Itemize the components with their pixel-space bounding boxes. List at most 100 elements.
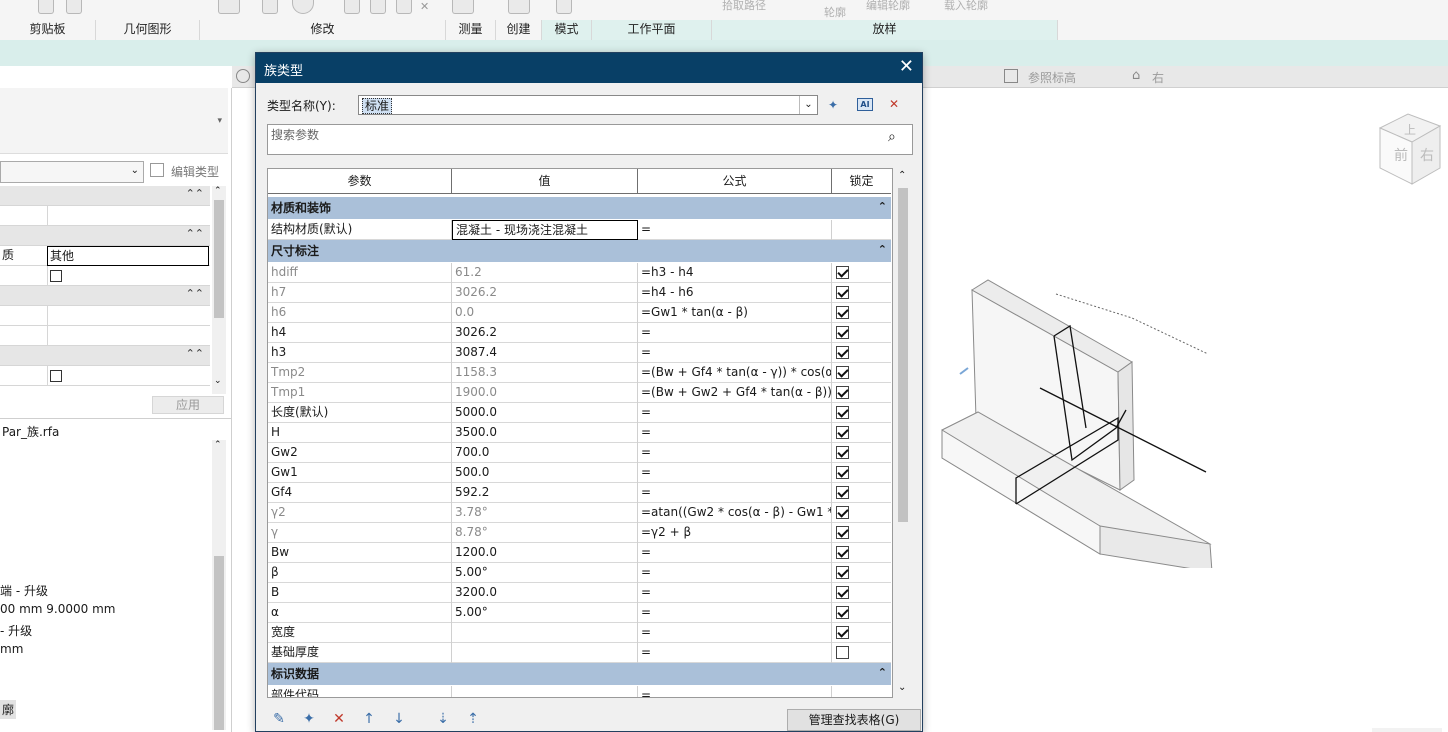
- param-formula-cell[interactable]: =(Bw + Gf4 * tan(α - γ)) * cos(α -: [638, 363, 832, 383]
- param-formula-cell[interactable]: =: [638, 343, 832, 363]
- param-formula-cell[interactable]: =: [638, 643, 832, 663]
- prop-value-other[interactable]: 其他: [47, 246, 209, 266]
- param-value-cell[interactable]: 1200.0: [452, 543, 638, 563]
- param-formula-cell[interactable]: =: [638, 686, 832, 697]
- param-formula-cell[interactable]: =: [638, 403, 832, 423]
- browser-item[interactable]: - 升级: [0, 622, 32, 639]
- scroll-down-icon[interactable]: ⌄: [898, 682, 906, 693]
- search-icon[interactable]: ⌕: [888, 129, 908, 149]
- rotate-icon[interactable]: [292, 0, 314, 14]
- param-value-cell[interactable]: 700.0: [452, 443, 638, 463]
- lock-checkbox-checked[interactable]: [836, 326, 849, 339]
- prop-row-partial[interactable]: [0, 386, 210, 394]
- param-value-cell[interactable]: [452, 643, 638, 663]
- param-formula-cell[interactable]: =: [638, 583, 832, 603]
- group-header[interactable]: 标识数据 ⌃: [268, 663, 891, 685]
- prop-row[interactable]: [0, 306, 210, 326]
- param-formula-cell[interactable]: =γ2 + β: [638, 523, 832, 543]
- param-formula-cell[interactable]: =: [638, 603, 832, 623]
- param-formula-cell[interactable]: =: [638, 623, 832, 643]
- rename-type-icon[interactable]: AI: [857, 98, 873, 111]
- table-row[interactable]: hdiff 61.2 =h3 - h4: [268, 263, 891, 283]
- param-formula-cell[interactable]: =: [638, 563, 832, 583]
- scroll-thumb[interactable]: [214, 556, 224, 730]
- table-row[interactable]: 长度(默认) 5000.0 =: [268, 403, 891, 423]
- table-row[interactable]: H 3500.0 =: [268, 423, 891, 443]
- lock-checkbox-checked[interactable]: [836, 286, 849, 299]
- lock-checkbox-checked[interactable]: [836, 346, 849, 359]
- collapse-icon[interactable]: ⌃: [878, 662, 887, 684]
- type-selector-arrow-icon[interactable]: ▾: [217, 116, 222, 126]
- group-create[interactable]: 创建: [496, 20, 542, 40]
- lock-checkbox-unchecked[interactable]: [836, 646, 849, 659]
- table-row[interactable]: Gw2 700.0 =: [268, 443, 891, 463]
- param-formula-cell[interactable]: =h3 - h4: [638, 263, 832, 283]
- lock-cell[interactable]: [832, 423, 891, 443]
- apply-button[interactable]: 应用: [152, 396, 224, 414]
- browser-item[interactable]: 00 mm 9.0000 mm: [0, 602, 115, 616]
- lock-cell[interactable]: [832, 463, 891, 483]
- param-formula-cell[interactable]: =: [638, 323, 832, 343]
- group-sweep[interactable]: 放样: [712, 20, 1058, 40]
- edit-parameter-icon[interactable]: ✎: [270, 710, 288, 728]
- delete-parameter-icon[interactable]: ✕: [330, 710, 348, 728]
- scroll-down-icon[interactable]: ⌄: [214, 376, 222, 386]
- instance-filter-dropdown[interactable]: ⌄: [0, 161, 144, 183]
- dialog-title-bar[interactable]: 族类型 ✕: [256, 53, 922, 83]
- group-mode[interactable]: 模式: [542, 20, 592, 40]
- lock-checkbox-checked[interactable]: [836, 586, 849, 599]
- move-up-icon[interactable]: ↑: [360, 710, 378, 728]
- lock-cell[interactable]: [832, 543, 891, 563]
- param-value-cell[interactable]: 8.78°: [452, 523, 638, 543]
- lock-checkbox-checked[interactable]: [836, 266, 849, 279]
- home-view-icon[interactable]: [236, 69, 250, 83]
- table-row[interactable]: h3 3087.4 =: [268, 343, 891, 363]
- match-properties-icon[interactable]: [66, 0, 82, 14]
- properties-scrollbar[interactable]: ⌃ ⌄: [212, 186, 226, 394]
- lock-checkbox-checked[interactable]: [836, 546, 849, 559]
- group-geometry[interactable]: 几何图形: [96, 20, 200, 40]
- lock-checkbox-checked[interactable]: [836, 366, 849, 379]
- param-value-cell[interactable]: 5000.0: [452, 403, 638, 423]
- type-selector-preview[interactable]: ▾: [0, 88, 228, 154]
- lock-cell[interactable]: [832, 583, 891, 603]
- table-scrollbar[interactable]: ⌃ ⌄: [895, 170, 910, 698]
- param-value-cell[interactable]: 3500.0: [452, 423, 638, 443]
- param-value-cell[interactable]: 500.0: [452, 463, 638, 483]
- chevron-down-icon[interactable]: ⌄: [799, 96, 817, 114]
- prop-row[interactable]: [0, 326, 210, 346]
- param-value-cell[interactable]: 3200.0: [452, 583, 638, 603]
- collapse-icon[interactable]: ⌃: [878, 239, 887, 261]
- table-row[interactable]: γ 8.78° =γ2 + β: [268, 523, 891, 543]
- group-header[interactable]: 尺寸标注 ⌃: [268, 240, 891, 262]
- table-row[interactable]: 基础厚度 =: [268, 643, 891, 663]
- collapse-icon[interactable]: ⌃⌃: [186, 287, 204, 300]
- browser-item[interactable]: mm: [0, 642, 23, 656]
- lock-cell[interactable]: [832, 443, 891, 463]
- prop-row-checkbox[interactable]: [0, 366, 210, 386]
- sort-descending-icon[interactable]: ⇡: [464, 710, 482, 728]
- lock-cell[interactable]: [832, 603, 891, 623]
- lock-cell[interactable]: [832, 283, 891, 303]
- offset-icon[interactable]: [396, 0, 412, 14]
- table-row[interactable]: 宽度 =: [268, 623, 891, 643]
- param-value-cell[interactable]: 1900.0: [452, 383, 638, 403]
- new-parameter-icon[interactable]: ✦: [300, 710, 318, 728]
- table-row[interactable]: 结构材质(默认) 混凝土 - 现场浇注混凝土 =: [268, 220, 891, 240]
- lock-cell[interactable]: [832, 343, 891, 363]
- checkbox[interactable]: [50, 269, 62, 282]
- model-3d[interactable]: [932, 278, 1232, 568]
- column-header-value[interactable]: 值: [452, 169, 638, 194]
- group-clipboard[interactable]: 剪贴板: [0, 20, 96, 40]
- table-row[interactable]: Gw1 500.0 =: [268, 463, 891, 483]
- lock-checkbox-checked[interactable]: [836, 306, 849, 319]
- lock-cell[interactable]: [832, 363, 891, 383]
- view-cube[interactable]: 前 右 上: [1374, 110, 1444, 190]
- table-row[interactable]: Tmp1 1900.0 =(Bw + Gw2 + Gf4 * tan(α - β))…: [268, 383, 891, 403]
- lock-checkbox-checked[interactable]: [836, 426, 849, 439]
- scroll-thumb[interactable]: [214, 200, 224, 318]
- move-icon[interactable]: [218, 0, 240, 14]
- param-formula-cell[interactable]: =Gw1 * tan(α - β): [638, 303, 832, 323]
- param-value-cell[interactable]: 5.00°: [452, 563, 638, 583]
- view-tab-ref-level[interactable]: 参照标高: [1028, 69, 1076, 86]
